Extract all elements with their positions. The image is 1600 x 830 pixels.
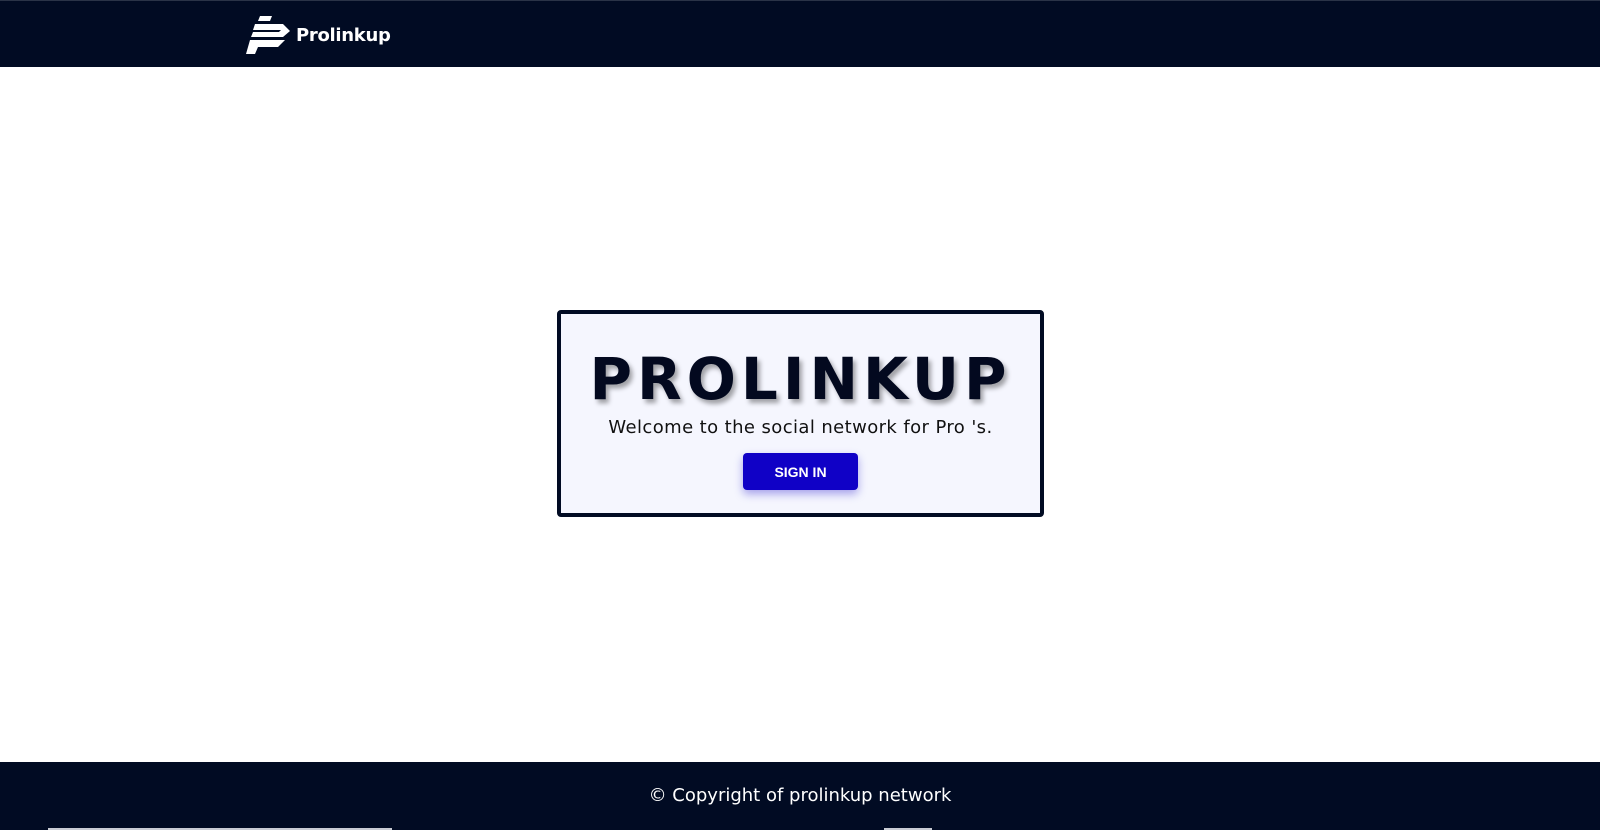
page-footer: © Copyright of prolinkup network <box>0 762 1600 830</box>
sign-in-button[interactable]: SIGN IN <box>743 453 858 490</box>
copyright-text: © Copyright of prolinkup network <box>648 785 952 806</box>
hero-card: PROLINKUP Welcome to the social network … <box>557 310 1044 517</box>
hero-title: PROLINKUP <box>589 345 1012 413</box>
hero-subtitle: Welcome to the social network for Pro 's… <box>608 417 993 438</box>
brand-name: Prolinkup <box>296 24 391 46</box>
brand-link[interactable]: Prolinkup <box>246 14 391 56</box>
top-navbar: Prolinkup <box>0 0 1600 67</box>
prolinkup-logo-icon <box>246 16 290 54</box>
